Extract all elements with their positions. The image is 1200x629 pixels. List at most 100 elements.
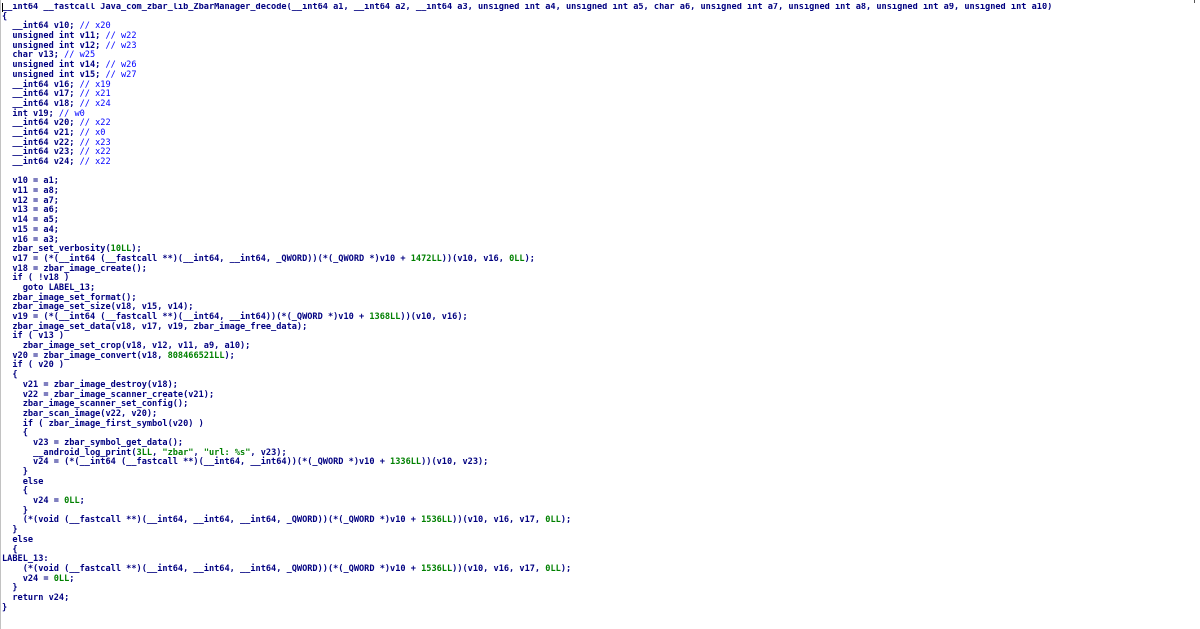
code-line[interactable]: v13 = a6; — [2, 206, 1198, 216]
code-line[interactable]: } — [2, 583, 1198, 594]
code-line[interactable]: (*(void (__fastcall **)(__int64, __int64… — [2, 563, 1198, 575]
code-line[interactable]: v24 = 0LL; — [2, 496, 1198, 507]
code-token: ); — [560, 515, 572, 526]
code-line[interactable]: __int64 v17; // x21 — [2, 89, 1198, 100]
code-line[interactable]: return v24; — [2, 592, 1198, 604]
code-comment: // x22 — [79, 147, 111, 158]
code-token: (*(void (__fastcall **)(__int64, __int64… — [2, 515, 422, 526]
code-token: } — [2, 583, 18, 594]
code-line[interactable]: __int64 v24; // x22 — [2, 157, 1198, 168]
code-token: v24 = — [2, 496, 65, 507]
code-token: { — [2, 428, 28, 439]
code-token: char v13; — [2, 50, 65, 61]
code-line[interactable]: (*(void (__fastcall **)(__int64, __int64… — [2, 516, 1198, 526]
code-line[interactable]: v18 = zbar_image_create(); — [2, 264, 1198, 275]
code-token: return v24; — [2, 592, 70, 603]
code-line[interactable]: v12 = a7; — [2, 195, 1198, 207]
code-line[interactable]: v17 = (*(__int64 (__fastcall **)(__int64… — [2, 253, 1198, 265]
code-line[interactable]: v11 = a8; — [2, 186, 1198, 197]
code-token: if ( v13 ) — [2, 331, 65, 342]
code-token: unsigned int v15; — [2, 69, 106, 80]
code-line[interactable]: v14 = a5; — [2, 215, 1198, 226]
code-number: 0LL — [545, 563, 561, 574]
code-token: v24 = — [2, 573, 54, 584]
code-line[interactable] — [2, 168, 1198, 178]
code-line[interactable]: } — [2, 603, 1198, 614]
code-number: 0LL — [545, 515, 561, 526]
code-number: 1536LL — [421, 515, 453, 526]
code-line[interactable]: { — [2, 487, 1198, 497]
code-number: 0LL — [53, 573, 70, 584]
code-token: unsigned int v12; — [2, 40, 106, 51]
code-token: v16 = a3; — [2, 234, 59, 245]
code-token: __int64 v10; — [2, 21, 80, 32]
editor-gutter — [0, 0, 1, 629]
code-token: v15 = a4; — [2, 224, 59, 235]
code-line[interactable]: unsigned int v15; // w27 — [2, 69, 1198, 81]
code-token: v23 = zbar_symbol_get_data(); — [2, 437, 184, 448]
code-line[interactable]: { — [2, 545, 1198, 556]
code-line[interactable]: } — [2, 467, 1198, 478]
code-token: v24 = (*(__int64 (__fastcall **)(__int64… — [2, 457, 391, 468]
code-token: v21 = zbar_image_destroy(v18); — [2, 379, 178, 390]
code-line[interactable]: else — [2, 477, 1198, 488]
code-line[interactable]: else — [2, 535, 1198, 546]
code-line[interactable]: goto LABEL_13; — [2, 283, 1198, 294]
code-line[interactable]: v24 = (*(__int64 (__fastcall **)(__int64… — [2, 457, 1198, 468]
code-line[interactable]: __int64 v18; // x24 — [2, 98, 1198, 110]
code-comment: // w25 — [64, 50, 96, 61]
code-token: zbar_image_set_size(v18, v15, v14); — [2, 302, 194, 313]
code-number: 1536LL — [421, 563, 453, 574]
code-comment: // x0 — [79, 127, 106, 138]
code-line[interactable]: v20 = zbar_image_convert(v18, 808466521L… — [2, 350, 1198, 362]
code-line[interactable]: v10 = a1; — [2, 177, 1198, 187]
code-line[interactable]: if ( zbar_image_first_symbol(v20) ) — [2, 418, 1198, 430]
code-line[interactable]: zbar_image_scanner_set_config(); — [2, 399, 1198, 410]
code-line[interactable]: { — [2, 370, 1198, 381]
code-line[interactable]: if ( !v18 ) — [2, 273, 1198, 284]
code-line[interactable]: zbar_image_set_data(v18, v17, v19, zbar_… — [2, 322, 1198, 333]
code-line[interactable]: v15 = a4; — [2, 224, 1198, 236]
code-comment: // x21 — [79, 89, 111, 100]
code-line[interactable]: } — [2, 525, 1198, 536]
code-line[interactable]: v24 = 0LL; — [2, 573, 1198, 585]
code-line[interactable]: __int64 v21; // x0 — [2, 127, 1198, 139]
code-line[interactable]: if ( v20 ) — [2, 361, 1198, 371]
code-line[interactable]: int v19; // w0 — [2, 109, 1198, 120]
code-comment: // w27 — [105, 69, 137, 80]
code-token: zbar_scan_image(v22, v20); — [2, 408, 158, 419]
code-line[interactable]: __int64 v10; // x20 — [2, 22, 1198, 32]
code-token: __int64 v18; — [2, 98, 80, 109]
code-line[interactable]: __int64 __fastcall Java_com_zbar_lib_Zba… — [2, 3, 1198, 13]
code-line[interactable]: __int64 v23; // x22 — [2, 147, 1198, 158]
code-line[interactable]: __int64 v20; // x22 — [2, 118, 1198, 129]
code-token: if ( v20 ) — [2, 360, 65, 371]
code-line[interactable]: __int64 v22; // x23 — [2, 138, 1198, 149]
code-number: 0LL — [509, 253, 525, 264]
code-token: __int64 v20; — [2, 118, 80, 129]
code-number: 1336LL — [390, 457, 422, 468]
code-token: ); — [224, 350, 235, 361]
code-line[interactable]: unsigned int v12; // w23 — [2, 40, 1198, 52]
code-comment: // x22 — [79, 157, 111, 167]
code-token: v11 = a8; — [2, 186, 59, 197]
code-line[interactable]: char v13; // w25 — [2, 51, 1198, 61]
code-line[interactable]: v16 = a3; — [2, 234, 1198, 246]
code-token: } — [2, 525, 18, 536]
code-line[interactable]: unsigned int v14; // w26 — [2, 60, 1198, 71]
code-token: v12 = a7; — [2, 195, 59, 206]
code-line[interactable]: unsigned int v11; // w22 — [2, 31, 1198, 42]
code-token: (*(void (__fastcall **)(__int64, __int64… — [2, 563, 422, 574]
code-token: __int64 __fastcall Java_com_zbar_lib_Zba… — [2, 3, 1053, 12]
code-token: ))(v10, v23); — [421, 457, 489, 468]
code-token: unsigned int v11; — [2, 31, 106, 42]
code-comment: // w26 — [105, 60, 137, 71]
pseudocode-view[interactable]: __int64 __fastcall Java_com_zbar_lib_Zba… — [2, 3, 1198, 627]
code-line[interactable]: __int64 v16; // x19 — [2, 80, 1198, 91]
code-number: 1472LL — [410, 253, 442, 264]
code-token: if ( !v18 ) — [2, 273, 70, 284]
code-line[interactable]: { — [2, 12, 1198, 23]
code-token: if ( zbar_image_first_symbol(v20) ) — [2, 418, 204, 429]
code-token: } — [2, 467, 28, 477]
code-comment: // x22 — [79, 118, 111, 129]
